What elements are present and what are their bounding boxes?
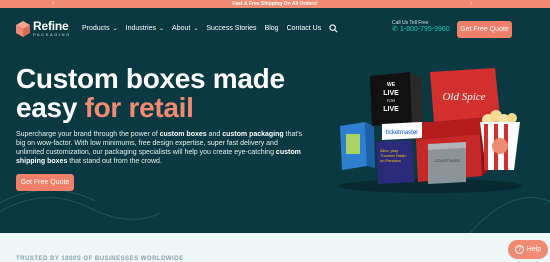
header-get-quote-button[interactable]: Get Free Quote	[457, 21, 512, 38]
call-us: Call Us Toll Free ✆ 1-800-795-9960	[392, 20, 450, 34]
purple-box-label: Alice, play Thunder Radio on Pandora	[380, 148, 407, 163]
nav-label: About	[172, 25, 191, 32]
blue-box	[340, 122, 375, 170]
help-label: Help	[526, 246, 542, 253]
main-nav: Products ⌄ Industries ⌄ About ⌄ Success Sto…	[82, 24, 338, 33]
trust-heading: TRUSTED BY 1000S OF BUSINESSES WORLDWIDE	[16, 256, 184, 262]
live-box-text-1: WE	[387, 82, 396, 88]
promo-text: Fast & Free Shipping On All Orders!	[232, 1, 318, 7]
product-boxes-illustration: WE LIVE FOR LIVE Old Spice ticketmaster …	[330, 64, 530, 194]
logo-subtitle: PACKAGING	[33, 32, 71, 37]
promo-bar: ‹ Fast & Free Shipping On All Orders! ›	[0, 0, 550, 8]
logo-mark-icon	[16, 20, 30, 37]
logo[interactable]: Refine PACKAGING	[16, 20, 71, 37]
help-button[interactable]: ? Help	[508, 240, 548, 259]
courtyard-label: COURTYARD	[435, 158, 460, 163]
live-box: WE LIVE FOR LIVE	[370, 72, 423, 126]
hero-description: Supercharge your brand through the power…	[16, 130, 306, 166]
promo-prev-arrow[interactable]: ‹	[52, 0, 54, 8]
trust-section: TRUSTED BY 1000S OF BUSINESSES WORLDWIDE	[0, 233, 550, 262]
nav-item-industries[interactable]: Industries ⌄	[126, 25, 164, 32]
desc-text: that stand out from the crowd.	[67, 158, 162, 165]
nav-item-success-stories[interactable]: Success Stories	[206, 25, 256, 32]
popcorn-box	[480, 110, 520, 170]
desc-bold: custom boxes	[159, 131, 207, 138]
old-spice-label: Old Spice	[442, 91, 485, 103]
promo-next-arrow[interactable]: ›	[470, 0, 472, 8]
nav-label: Products	[82, 25, 110, 32]
phone-icon: ✆	[392, 26, 398, 33]
desc-bold: custom packaging	[222, 131, 284, 138]
headline-line-2: easy	[16, 92, 85, 123]
purple-box: Alice, play Thunder Radio on Pandora	[376, 140, 414, 184]
chevron-down-icon: ⌄	[112, 26, 118, 32]
desc-text: Supercharge your brand through the power…	[16, 131, 160, 138]
ticketmaster-label: ticketmaster	[386, 130, 418, 136]
phone-link[interactable]: ✆ 1-800-795-9960	[392, 26, 450, 34]
hero-headline: Custom boxes made easy for retail	[16, 64, 316, 122]
nav-item-products[interactable]: Products ⌄	[82, 25, 118, 32]
nav-item-about[interactable]: About ⌄	[172, 25, 198, 32]
chevron-down-icon: ⌄	[193, 26, 199, 32]
live-box-text-2: LIVE	[383, 90, 399, 97]
desc-text: and	[206, 131, 223, 138]
live-box-text-4: LIVE	[383, 106, 399, 113]
courtyard-box: COURTYARD	[428, 142, 466, 184]
search-icon[interactable]	[329, 24, 338, 33]
logo-name: Refine	[33, 19, 69, 33]
headline-line-1: Custom boxes made	[16, 63, 285, 94]
phone-number: 1-800-795-9960	[399, 26, 450, 33]
live-box-text-3: FOR	[387, 98, 396, 103]
chevron-down-icon: ⌄	[159, 26, 165, 32]
nav-label: Industries	[125, 25, 157, 32]
hero-get-quote-button[interactable]: Get Free Quote	[16, 174, 74, 191]
help-icon: ?	[514, 245, 524, 254]
nav-item-blog[interactable]: Blog	[265, 25, 279, 32]
nav-item-contact-us[interactable]: Contact Us	[287, 25, 322, 32]
ticketmaster-box: ticketmaster	[382, 122, 422, 140]
headline-accent: for retail	[84, 92, 194, 123]
